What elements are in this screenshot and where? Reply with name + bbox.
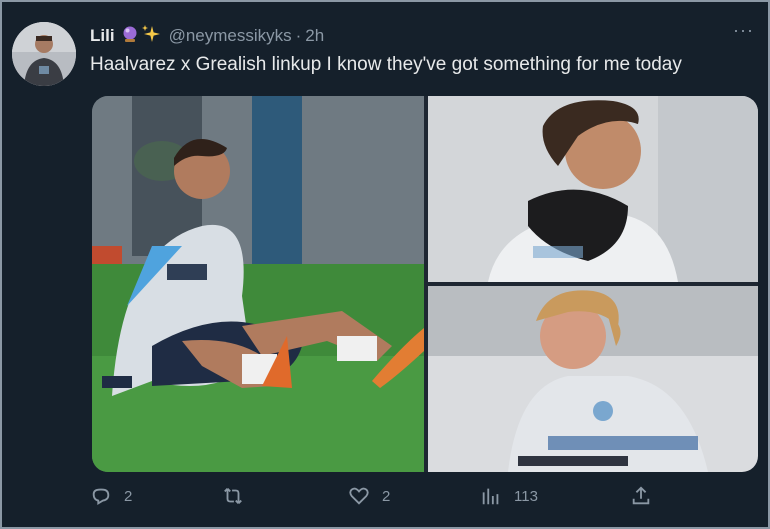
tweet-header: Lili @neymessikyks · 2h	[90, 24, 324, 48]
reply-button[interactable]: 2	[90, 485, 132, 507]
like-count: 2	[382, 487, 391, 505]
tweet-text: Haalvarez x Grealish linkup I know they'…	[90, 54, 682, 75]
views-button[interactable]: 113	[480, 485, 538, 507]
more-icon[interactable]: ···	[733, 20, 754, 41]
action-bar: 2 2 113	[90, 485, 750, 515]
retweet-icon	[224, 488, 242, 504]
user-handle[interactable]: @neymessikyks	[169, 26, 292, 46]
like-icon	[349, 487, 369, 505]
timestamp[interactable]: 2h	[305, 26, 324, 46]
tweet-card[interactable]: Lili @neymessikyks · 2h ··· Haalvarez x …	[0, 0, 770, 529]
avatar[interactable]	[12, 22, 76, 86]
display-name[interactable]: Lili	[90, 26, 115, 46]
crystal-ball-icon	[121, 25, 139, 48]
reply-icon	[92, 488, 110, 505]
views-icon	[482, 488, 499, 505]
share-button[interactable]	[630, 485, 664, 507]
media-grid	[92, 96, 758, 472]
retweet-button[interactable]	[222, 485, 256, 507]
photo-1[interactable]	[92, 96, 424, 472]
sparkles-icon	[141, 24, 161, 49]
photo-2[interactable]	[428, 96, 758, 282]
like-button[interactable]: 2	[348, 485, 390, 507]
share-icon	[632, 486, 650, 505]
reply-count: 2	[124, 487, 133, 505]
photo-3[interactable]	[428, 286, 758, 472]
separator-dot: ·	[295, 26, 302, 45]
views-count: 113	[514, 487, 538, 505]
avatar-image	[12, 22, 76, 86]
